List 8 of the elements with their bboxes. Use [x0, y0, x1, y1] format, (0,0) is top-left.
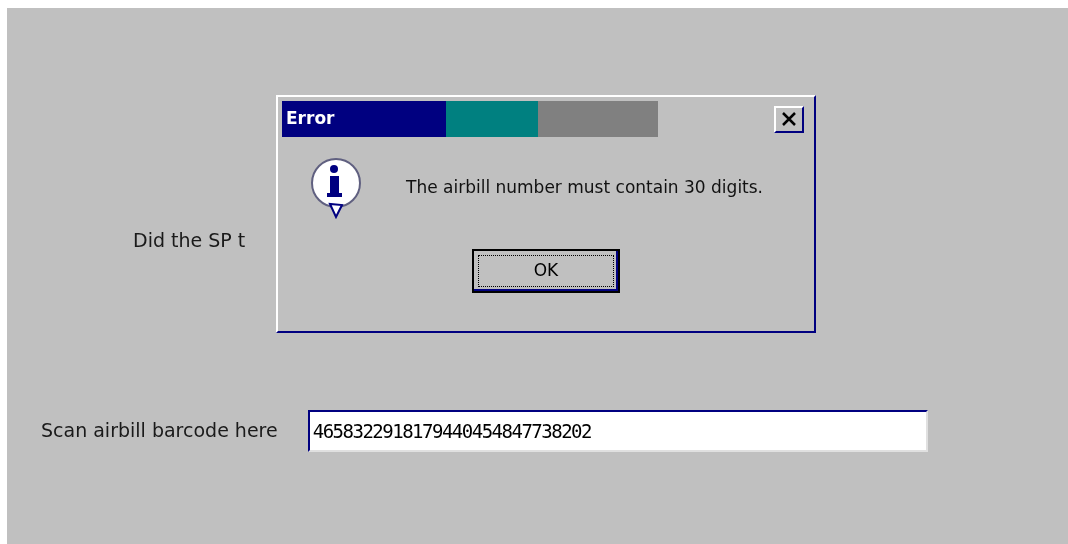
- close-button[interactable]: [774, 105, 804, 133]
- field-label: Scan airbill barcode here: [41, 418, 278, 444]
- close-icon: [781, 111, 797, 127]
- error-message: The airbill number must contain 30 digits.: [406, 176, 764, 200]
- barcode-field[interactable]: 4658322918179440454847738202: [307, 409, 928, 452]
- window-title: Error: [286, 107, 335, 131]
- ok-button[interactable]: OK: [472, 249, 620, 293]
- question-text: Did the SP t: [133, 228, 247, 253]
